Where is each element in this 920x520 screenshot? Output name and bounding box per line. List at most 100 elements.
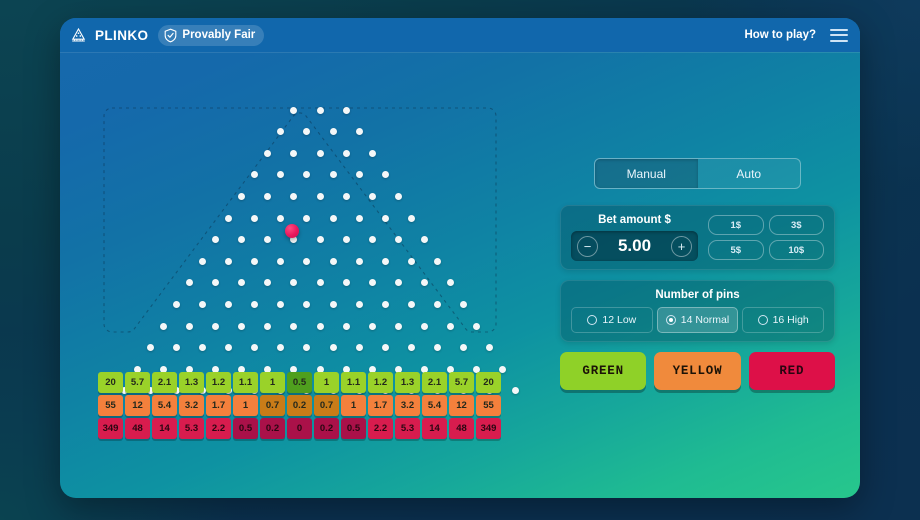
payout-cell: 0.2 bbox=[287, 395, 312, 416]
pin bbox=[317, 107, 324, 114]
payout-cell: 1.7 bbox=[206, 395, 231, 416]
bet-decrease-button[interactable]: − bbox=[577, 236, 598, 257]
pins-option-label: 16 High bbox=[773, 314, 809, 326]
payout-cell: 55 bbox=[476, 395, 501, 416]
brand-title: PLINKO bbox=[95, 28, 148, 43]
pin bbox=[317, 150, 324, 157]
how-to-play-link[interactable]: How to play? bbox=[744, 29, 816, 41]
payout-cell: 1.1 bbox=[233, 372, 258, 393]
payout-cell: 1 bbox=[260, 372, 285, 393]
payout-cell: 14 bbox=[152, 418, 177, 439]
pin bbox=[421, 323, 428, 330]
pin bbox=[199, 301, 206, 308]
header-left-group: PLINKO Provably Fair bbox=[60, 25, 264, 46]
hamburger-menu-icon[interactable] bbox=[830, 29, 848, 42]
payout-cell: 5.4 bbox=[422, 395, 447, 416]
pin bbox=[434, 301, 441, 308]
pin bbox=[421, 236, 428, 243]
control-panel: Manual Auto Bet amount $ − 5.00 + 1$ bbox=[560, 158, 835, 390]
pin bbox=[330, 344, 337, 351]
payout-cell: 0.5 bbox=[341, 418, 366, 439]
tab-auto[interactable]: Auto bbox=[698, 159, 801, 188]
payout-cell: 0.2 bbox=[314, 418, 339, 439]
pin bbox=[277, 215, 284, 222]
pin bbox=[343, 236, 350, 243]
payout-cell: 12 bbox=[449, 395, 474, 416]
payout-row-green: 205.72.11.31.21.110.511.11.21.32.15.720 bbox=[98, 372, 501, 393]
pin bbox=[173, 301, 180, 308]
pin bbox=[356, 171, 363, 178]
pin bbox=[330, 128, 337, 135]
pin bbox=[303, 215, 310, 222]
pin bbox=[460, 344, 467, 351]
pin bbox=[447, 323, 454, 330]
payout-cell: 5.3 bbox=[395, 418, 420, 439]
payout-cell: 2.1 bbox=[422, 372, 447, 393]
provably-fair-label: Provably Fair bbox=[182, 29, 255, 41]
pin bbox=[434, 344, 441, 351]
payout-cell: 5.7 bbox=[125, 372, 150, 393]
pins-option-14-normal[interactable]: 14 Normal bbox=[657, 307, 739, 333]
payout-cell: 0.7 bbox=[260, 395, 285, 416]
bet-increase-button[interactable]: + bbox=[671, 236, 692, 257]
bet-amount-group: Bet amount $ − 5.00 + bbox=[571, 214, 698, 261]
pin bbox=[460, 301, 467, 308]
pins-option-16-high[interactable]: 16 High bbox=[742, 307, 824, 333]
pin bbox=[317, 279, 324, 286]
pin bbox=[290, 323, 297, 330]
pin bbox=[186, 323, 193, 330]
payout-cell: 5.4 bbox=[152, 395, 177, 416]
pin bbox=[225, 258, 232, 265]
bet-amount-field[interactable]: − 5.00 + bbox=[571, 231, 698, 261]
pin bbox=[303, 344, 310, 351]
risk-button-yellow[interactable]: YELLOW bbox=[654, 352, 740, 390]
payout-cell: 3.2 bbox=[395, 395, 420, 416]
pin bbox=[238, 323, 245, 330]
tab-manual[interactable]: Manual bbox=[595, 159, 698, 188]
pin bbox=[343, 107, 350, 114]
risk-button-red[interactable]: RED bbox=[749, 352, 835, 390]
risk-button-green[interactable]: GREEN bbox=[560, 352, 646, 390]
app-root: PLINKO Provably Fair How to play? bbox=[0, 0, 920, 520]
pin bbox=[356, 258, 363, 265]
payout-cell: 349 bbox=[476, 418, 501, 439]
payout-cell: 20 bbox=[476, 372, 501, 393]
pin bbox=[251, 258, 258, 265]
risk-buttons: GREEN YELLOW RED bbox=[560, 352, 835, 390]
quick-amount-5[interactable]: 5$ bbox=[708, 240, 764, 260]
quick-amount-1[interactable]: 1$ bbox=[708, 215, 764, 235]
quick-amount-3[interactable]: 3$ bbox=[769, 215, 825, 235]
bet-amount-row: Bet amount $ − 5.00 + 1$ 3$ 5$ 10$ bbox=[571, 214, 824, 261]
payout-row-red: 34948145.32.20.50.200.20.52.25.31448349 bbox=[98, 418, 501, 439]
payout-cell: 5.3 bbox=[179, 418, 204, 439]
provably-fair-button[interactable]: Provably Fair bbox=[158, 25, 264, 46]
payout-cell: 55 bbox=[98, 395, 123, 416]
pin bbox=[173, 344, 180, 351]
pin bbox=[356, 215, 363, 222]
pin bbox=[356, 344, 363, 351]
payout-cell: 349 bbox=[98, 418, 123, 439]
pins-option-12-low[interactable]: 12 Low bbox=[571, 307, 653, 333]
pin bbox=[199, 258, 206, 265]
pin bbox=[330, 171, 337, 178]
payout-cell: 1 bbox=[233, 395, 258, 416]
quick-amount-10[interactable]: 10$ bbox=[769, 240, 825, 260]
payout-cell: 48 bbox=[449, 418, 474, 439]
pin bbox=[277, 344, 284, 351]
pin bbox=[264, 323, 271, 330]
pin bbox=[356, 128, 363, 135]
pin bbox=[408, 344, 415, 351]
pin bbox=[408, 301, 415, 308]
payout-cell: 48 bbox=[125, 418, 150, 439]
pin bbox=[382, 258, 389, 265]
pin bbox=[395, 236, 402, 243]
pin bbox=[330, 215, 337, 222]
payout-cell: 12 bbox=[125, 395, 150, 416]
payout-cell: 0.7 bbox=[314, 395, 339, 416]
pin bbox=[356, 301, 363, 308]
plinko-pyramid-icon bbox=[70, 27, 87, 44]
pin bbox=[395, 193, 402, 200]
payout-cell: 0 bbox=[287, 418, 312, 439]
bet-amount-input[interactable]: 5.00 bbox=[598, 236, 671, 256]
payout-table: 205.72.11.31.21.110.511.11.21.32.15.7205… bbox=[98, 372, 501, 441]
